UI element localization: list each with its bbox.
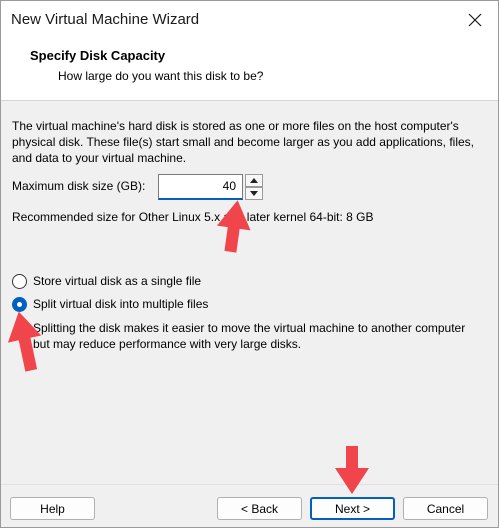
red-arrow-icon	[335, 446, 369, 494]
wizard-window: New Virtual Machine Wizard Specify Disk …	[0, 0, 499, 528]
single-file-option[interactable]: Store virtual disk as a single file	[12, 272, 201, 290]
window-title: New Virtual Machine Wizard	[11, 11, 200, 28]
red-arrow-icon	[7, 311, 42, 372]
max-disk-size-input[interactable]: 40	[158, 174, 243, 200]
red-arrow-icon	[216, 200, 251, 253]
chevron-up-icon	[250, 178, 258, 183]
title-bar: New Virtual Machine Wizard	[1, 1, 498, 39]
page-subtitle: How large do you want this disk to be?	[58, 69, 264, 83]
page-title: Specify Disk Capacity	[30, 48, 166, 63]
close-icon	[468, 13, 482, 27]
cancel-button[interactable]: Cancel	[403, 497, 488, 520]
disk-description: The virtual machine's hard disk is store…	[12, 119, 474, 165]
disk-size-spinner	[245, 174, 263, 200]
chevron-down-icon	[250, 191, 258, 196]
close-button[interactable]	[452, 1, 498, 39]
spin-up-button[interactable]	[245, 174, 263, 187]
footer-divider	[1, 484, 498, 485]
max-disk-size-label: Maximum disk size (GB):	[12, 179, 146, 193]
back-button[interactable]: < Back	[217, 497, 302, 520]
help-button[interactable]: Help	[10, 497, 95, 520]
split-files-label: Split virtual disk into multiple files	[33, 297, 209, 311]
single-file-label: Store virtual disk as a single file	[33, 274, 202, 288]
recommended-size: Recommended size for Other Linux 5.x and…	[12, 210, 374, 224]
next-button[interactable]: Next >	[310, 497, 395, 520]
wizard-header: Specify Disk Capacity How large do you w…	[1, 39, 498, 101]
single-file-radio[interactable]	[12, 273, 27, 289]
split-description: Splitting the disk makes it easier to mo…	[33, 321, 466, 351]
